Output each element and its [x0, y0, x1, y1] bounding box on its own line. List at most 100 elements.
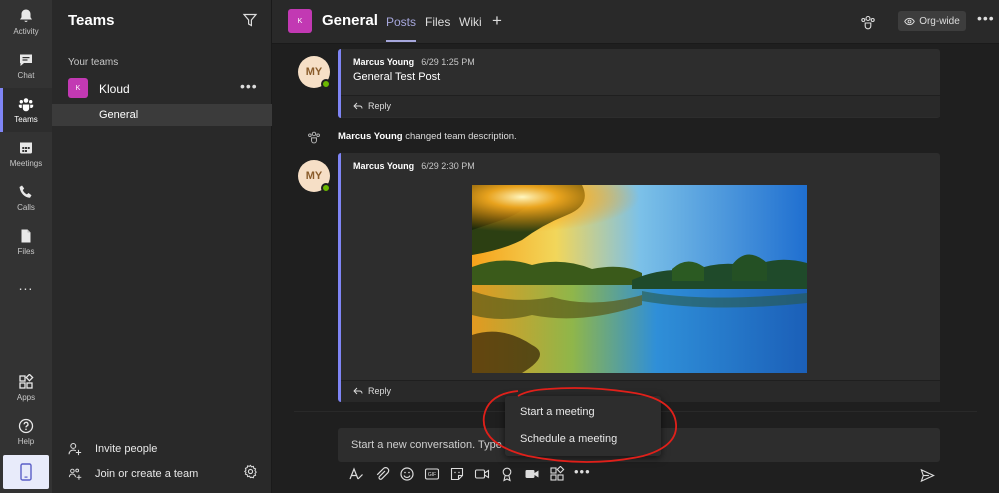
- join-label: Join or create a team: [95, 468, 199, 480]
- send-icon[interactable]: [920, 468, 935, 483]
- teams-app: Activity Chat Teams Meetings Calls Files…: [0, 0, 999, 493]
- post-meta: Marcus Young 6/29 2:30 PM: [353, 161, 475, 171]
- format-icon[interactable]: [348, 466, 364, 482]
- avatar[interactable]: MY: [298, 160, 331, 193]
- invite-people-button[interactable]: Invite people: [68, 439, 157, 459]
- post-card: Marcus Young 6/29 2:30 PM Reply: [338, 153, 940, 402]
- more-options-icon[interactable]: •••: [977, 10, 995, 26]
- team-more-options-icon[interactable]: •••: [240, 78, 258, 94]
- praise-icon[interactable]: [499, 466, 515, 482]
- team-change-icon: [308, 131, 320, 144]
- rail-teams[interactable]: Teams: [0, 88, 52, 132]
- channel-avatar: K: [288, 9, 312, 33]
- app-rail: Activity Chat Teams Meetings Calls Files…: [0, 0, 52, 493]
- org-wide-label: Org-wide: [919, 15, 960, 27]
- svg-text:GIF: GIF: [428, 472, 436, 478]
- teams-list-panel: Teams Your teams K Kloud ••• General Inv…: [52, 0, 272, 493]
- mobile-phone-icon: [20, 463, 32, 481]
- add-person-icon: [68, 442, 82, 456]
- video-icon[interactable]: [524, 466, 540, 482]
- avatar-initials: MY: [305, 66, 323, 78]
- help-icon: [18, 418, 34, 434]
- rail-help[interactable]: Help: [0, 410, 52, 454]
- chat-icon: [20, 54, 32, 66]
- team-kloud[interactable]: K Kloud •••: [52, 78, 272, 100]
- tab-posts[interactable]: Posts: [386, 15, 417, 42]
- post-body: General Test Post: [353, 71, 441, 83]
- presence-badge: [321, 183, 331, 193]
- channel-title: General: [322, 12, 378, 29]
- post-author: Marcus Young: [353, 161, 415, 171]
- compose-placeholder: Start a new conversation. Type @: [351, 439, 517, 451]
- teams-icon: [18, 98, 34, 112]
- bell-icon: [20, 9, 32, 23]
- join-create-team-button[interactable]: Join or create a team: [68, 464, 198, 484]
- rail-chat[interactable]: Chat: [0, 44, 52, 88]
- apps-icon[interactable]: [549, 465, 565, 482]
- rail-apps[interactable]: Apps: [0, 366, 52, 410]
- channel-main: K General Posts Files Wiki + Org-wide ••…: [272, 0, 999, 493]
- avatar-initials: MY: [305, 170, 323, 182]
- reply-label: Reply: [368, 386, 392, 396]
- eye-icon: [904, 17, 915, 25]
- post-author: Marcus Young: [353, 57, 415, 67]
- add-tab-icon[interactable]: +: [492, 11, 502, 31]
- post-image-lake-sunset[interactable]: [472, 185, 807, 373]
- tab-files[interactable]: Files: [425, 15, 450, 29]
- post-time: 6/29 1:25 PM: [421, 57, 475, 67]
- gif-icon[interactable]: GIF: [424, 466, 440, 482]
- phone-icon: [19, 185, 32, 198]
- post-card: Marcus Young 6/29 1:25 PM General Test Po…: [338, 49, 940, 118]
- attach-icon[interactable]: [374, 466, 390, 482]
- apps-icon: [19, 374, 34, 389]
- emoji-icon[interactable]: [399, 466, 415, 482]
- team-members-icon[interactable]: [860, 14, 876, 30]
- sticker-icon[interactable]: [449, 466, 465, 482]
- rail-label: Chat: [17, 71, 35, 80]
- file-icon: [21, 229, 31, 243]
- rail-more[interactable]: ...: [0, 263, 52, 307]
- menu-item-start-meeting[interactable]: Start a meeting: [520, 406, 595, 418]
- channel-name: General: [99, 109, 139, 121]
- rail-calls[interactable]: Calls: [0, 176, 52, 220]
- reply-bar[interactable]: Reply: [341, 95, 940, 117]
- channel-general[interactable]: General: [52, 104, 272, 126]
- meet-now-icon[interactable]: [474, 466, 490, 482]
- rail-label: Calls: [17, 203, 35, 212]
- system-message-text: changed team description.: [402, 131, 517, 142]
- org-wide-button[interactable]: Org-wide: [898, 11, 966, 31]
- rail-label: Activity: [13, 27, 39, 36]
- tab-wiki[interactable]: Wiki: [459, 15, 482, 29]
- invite-label: Invite people: [95, 443, 158, 455]
- rail-meetings[interactable]: Meetings: [0, 132, 52, 176]
- more-icon: ...: [18, 277, 34, 293]
- rail-label: Help: [17, 437, 35, 446]
- menu-item-schedule-meeting[interactable]: Schedule a meeting: [520, 433, 617, 445]
- rail-label: Teams: [14, 115, 38, 124]
- meeting-popup-menu: Start a meeting Schedule a meeting: [505, 396, 661, 456]
- post-time: 6/29 2:30 PM: [421, 161, 475, 171]
- more-options-icon[interactable]: •••: [574, 464, 590, 480]
- reply-label: Reply: [368, 101, 392, 111]
- reply-button[interactable]: Reply: [353, 386, 391, 396]
- reply-icon: [353, 387, 363, 395]
- system-message: Marcus Young changed team description.: [338, 131, 517, 142]
- panel-title: Teams: [68, 12, 115, 29]
- team-name: Kloud: [99, 82, 130, 96]
- rail-files[interactable]: Files: [0, 220, 52, 264]
- filter-icon[interactable]: [242, 12, 258, 28]
- rail-label: Meetings: [9, 159, 43, 168]
- landscape-image: [472, 185, 807, 373]
- rail-label: Files: [17, 247, 35, 256]
- presence-badge: [321, 79, 331, 89]
- mobile-app-button[interactable]: [3, 455, 49, 489]
- team-avatar: K: [68, 78, 88, 98]
- team-add-icon: [68, 468, 82, 480]
- avatar[interactable]: MY: [298, 56, 331, 89]
- calendar-icon: [20, 142, 32, 154]
- reply-button[interactable]: Reply: [353, 101, 391, 111]
- system-message-author: Marcus Young: [338, 131, 403, 142]
- rail-activity[interactable]: Activity: [0, 0, 52, 44]
- gear-icon[interactable]: [243, 464, 258, 479]
- reply-icon: [353, 102, 363, 110]
